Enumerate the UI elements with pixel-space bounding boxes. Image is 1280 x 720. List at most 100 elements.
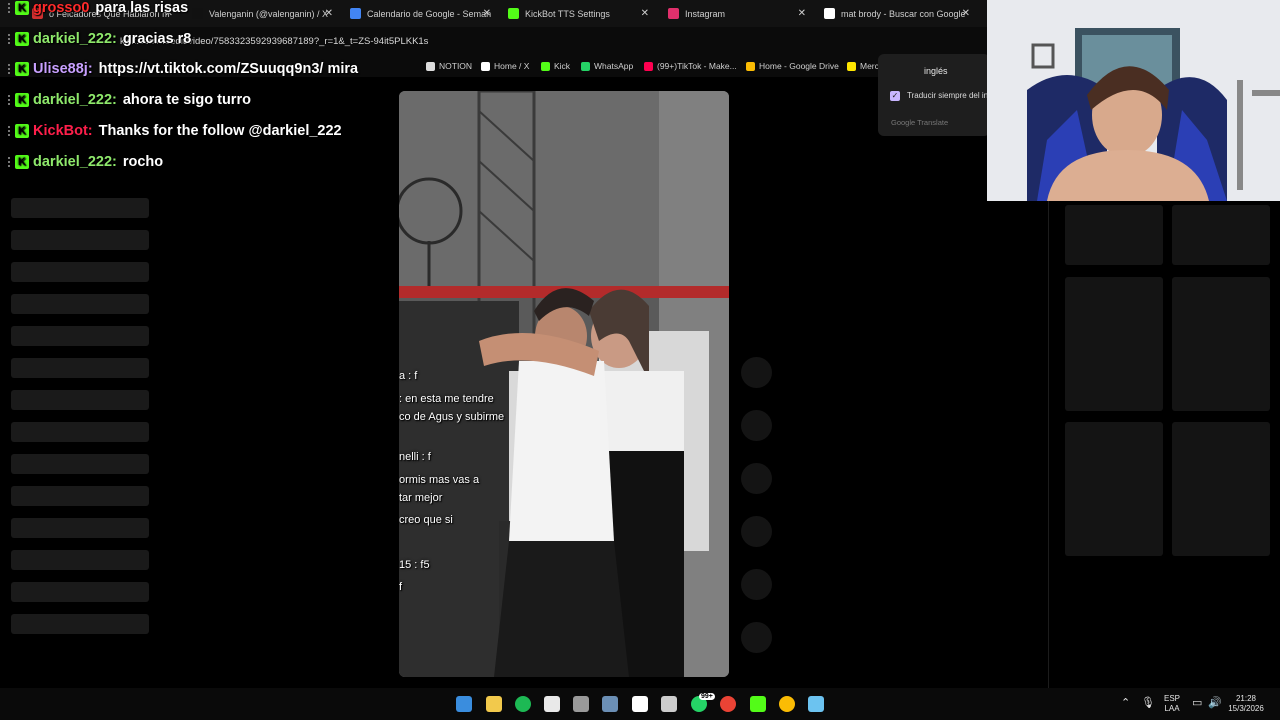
chat-username[interactable]: Ulise88j: xyxy=(33,61,93,77)
bookmark-item[interactable]: WhatsApp xyxy=(581,61,633,71)
bookmark-item[interactable]: Home / X xyxy=(481,61,529,71)
chat-skeleton-row xyxy=(11,422,149,442)
network-icon[interactable]: ▭ xyxy=(1192,698,1202,709)
bookmark-icon xyxy=(581,61,590,71)
bookmark-icon xyxy=(541,61,550,71)
bookmark-item[interactable]: (99+)TikTok - Make... xyxy=(644,61,737,71)
tab-close-icon[interactable]: ✕ xyxy=(798,8,806,19)
notepad-icon[interactable] xyxy=(808,696,824,712)
capcut-icon[interactable] xyxy=(632,696,648,712)
system-clock[interactable]: 21:28 15/3/2026 xyxy=(1222,694,1270,714)
translate-popup: inglés ✓ Traducir siempre del in Google … xyxy=(878,54,990,136)
chat-skeleton-row xyxy=(11,582,149,602)
kick-badge-icon: K xyxy=(15,62,29,76)
volume-icon[interactable]: 🔊 xyxy=(1208,698,1222,709)
video-comment: nelli : f xyxy=(399,451,431,463)
obs-icon[interactable] xyxy=(661,696,677,712)
video-action-button[interactable] xyxy=(741,410,772,441)
video-player[interactable]: a : f: en esta me tendre co de Agus y sub… xyxy=(399,91,729,677)
browser-tab[interactable]: Valenganin (@valenganin) / X ✕ xyxy=(184,0,339,27)
drag-handle-icon xyxy=(8,34,12,44)
chat-skeleton-row xyxy=(11,614,149,634)
language-indicator[interactable]: ESP LAA xyxy=(1160,694,1184,714)
drag-handle-icon xyxy=(8,95,12,105)
video-comment: a : f xyxy=(399,370,418,382)
browser-tab[interactable]: KickBot TTS Settings ✕ xyxy=(500,0,655,27)
chat-skeleton-row xyxy=(11,550,149,570)
chrome-alt-icon[interactable] xyxy=(779,696,795,712)
bookmark-item[interactable]: Kick xyxy=(541,61,570,71)
video-action-button[interactable] xyxy=(741,357,772,388)
browser-tab[interactable]: Instagram ✕ xyxy=(660,0,812,27)
chat-message: Kdarkiel_222: rocho xyxy=(8,150,163,174)
video-comment: tar mejor xyxy=(399,492,443,504)
microsoft-store-icon[interactable] xyxy=(544,696,560,712)
chat-username[interactable]: darkiel_222: xyxy=(33,92,117,108)
video-comment: 15 : f5 xyxy=(399,559,430,571)
kick-badge-icon: K xyxy=(15,32,29,46)
video-comment: f xyxy=(399,581,403,593)
spotify-icon[interactable] xyxy=(515,696,531,712)
bookmark-label: WhatsApp xyxy=(594,61,634,71)
windows-start-icon[interactable] xyxy=(456,696,472,712)
chat-skeleton-row xyxy=(11,262,149,282)
chat-skeleton-row xyxy=(11,230,149,250)
chat-username[interactable]: KickBot: xyxy=(33,123,93,139)
tab-favicon-icon xyxy=(350,8,361,19)
bookmark-item[interactable]: Merc xyxy=(847,61,879,71)
tab-label: Valenganin (@valenganin) / X xyxy=(209,8,329,19)
microphone-icon[interactable]: 🎙 xyxy=(1141,698,1155,709)
chat-text: gracias r8 xyxy=(122,31,192,47)
video-action-button[interactable] xyxy=(741,463,772,494)
tab-label: Calendario de Google - Seman xyxy=(367,8,492,19)
video-action-button[interactable] xyxy=(741,516,772,547)
drag-handle-icon xyxy=(8,64,12,74)
tab-close-icon[interactable]: ✕ xyxy=(962,8,970,19)
chat-skeleton-row xyxy=(11,390,149,410)
video-frame xyxy=(399,91,729,677)
video-comment: : en esta me tendre xyxy=(399,393,494,405)
clock-time: 21:28 xyxy=(1235,694,1257,703)
calculator-icon[interactable] xyxy=(573,696,589,712)
chat-text: para las risas xyxy=(95,0,189,16)
chrome-icon[interactable] xyxy=(720,696,736,712)
bookmark-item[interactable]: NOTION xyxy=(426,61,472,71)
google-translate-brand: Google Translate xyxy=(891,118,949,127)
right-skeleton-tile xyxy=(1172,277,1270,411)
tray-chevron-icon[interactable]: ⌃ xyxy=(1121,698,1130,709)
browser-tab[interactable]: Calendario de Google - Seman ✕ xyxy=(342,0,497,27)
file-explorer-icon[interactable] xyxy=(486,696,502,712)
windows-taskbar xyxy=(0,688,1280,720)
chat-skeleton-row xyxy=(11,486,149,506)
right-skeleton-tile xyxy=(1172,205,1270,265)
always-translate-label[interactable]: Traducir siempre del in xyxy=(907,91,988,100)
steam-icon[interactable] xyxy=(602,696,618,712)
video-action-button[interactable] xyxy=(741,569,772,600)
browser-tab[interactable]: mat brody - Buscar con Google ✕ xyxy=(816,0,976,27)
kick-badge-icon: K xyxy=(15,124,29,138)
bookmark-label: NOTION xyxy=(439,61,473,71)
chat-username[interactable]: darkiel_222: xyxy=(33,31,117,47)
tab-close-icon[interactable]: ✕ xyxy=(641,8,649,19)
always-translate-checkbox[interactable]: ✓ xyxy=(890,91,900,101)
chat-username[interactable]: grosso0 xyxy=(33,0,89,16)
tab-label: Instagram xyxy=(685,8,726,19)
bookmark-item[interactable]: Home - Google Drive xyxy=(746,61,839,71)
bookmark-label: Home - Google Drive xyxy=(759,61,839,71)
tab-close-icon[interactable]: ✕ xyxy=(325,8,333,19)
tab-close-icon[interactable]: ✕ xyxy=(483,8,491,19)
bookmark-label: Merc xyxy=(860,61,879,71)
chat-text: Thanks for the follow @darkiel_222 xyxy=(98,123,342,139)
lang-top: ESP xyxy=(1163,694,1180,703)
chat-username[interactable]: darkiel_222: xyxy=(33,154,117,170)
translate-language[interactable]: inglés xyxy=(924,66,948,76)
drag-handle-icon xyxy=(8,126,12,136)
tab-favicon-icon xyxy=(192,8,203,19)
chat-message: Kdarkiel_222: gracias r8 xyxy=(8,27,191,51)
kick-icon[interactable] xyxy=(750,696,766,712)
kick-badge-icon: K xyxy=(15,1,29,15)
kick-badge-icon: K xyxy=(15,155,29,169)
video-action-button[interactable] xyxy=(741,622,772,653)
drag-handle-icon xyxy=(8,3,12,13)
bookmark-label: (99+)TikTok - Make... xyxy=(657,61,737,71)
